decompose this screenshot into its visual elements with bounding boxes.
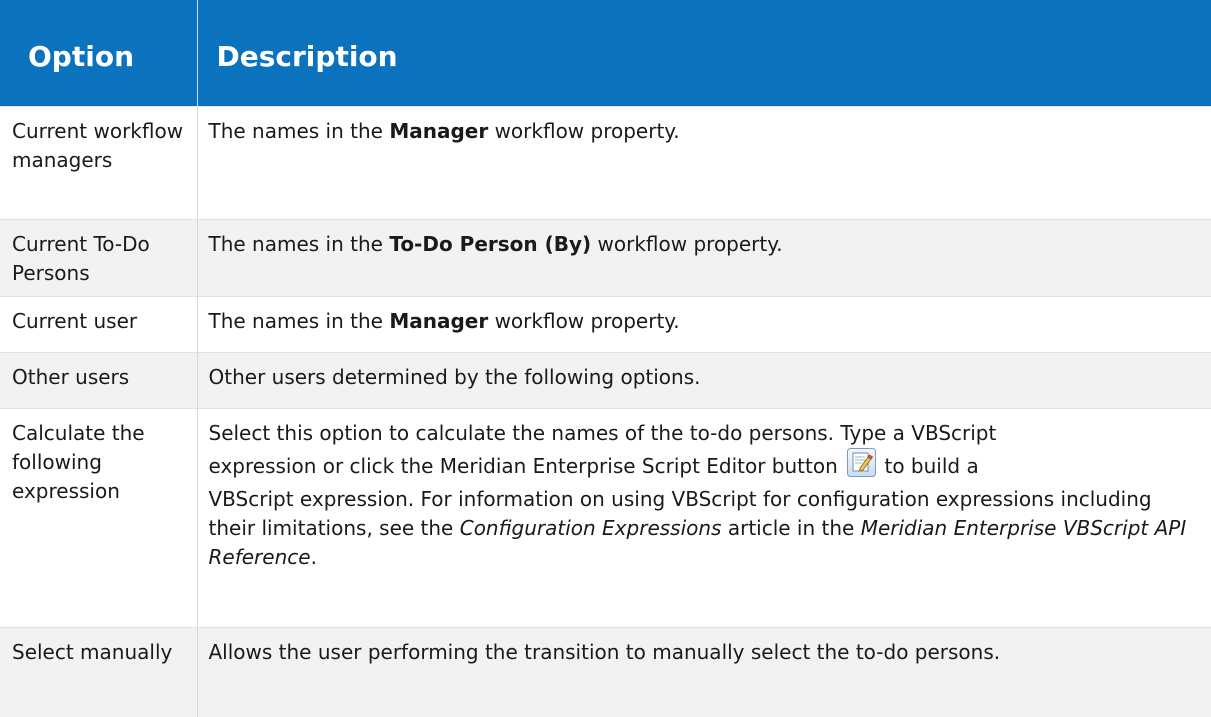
table-row: Current To-Do Persons The names in the T… [0,219,1211,297]
table-row: Select manually Allows the user performi… [0,627,1211,717]
description-text: The names in the [208,119,390,143]
description-text: . [310,545,317,569]
description-column-header: Description [197,0,1211,107]
table-row: Current user The names in the Manager wo… [0,296,1211,353]
description-text: article in the [721,516,861,540]
option-cell: Calculate the following expression [0,408,198,628]
table-row: Other users Other users determined by th… [0,352,1211,409]
script-editor-icon [847,448,877,477]
option-cell: Current To-Do Persons [0,219,198,297]
description-text: workflow property. [591,232,783,256]
option-cell: Current workflow managers [0,106,198,220]
description-bold-text: Manager [389,309,489,333]
description-italic-text: Configuration Expressions [459,516,722,540]
description-text: workflow property. [488,119,680,143]
description-paragraph: Select this option to calculate the name… [209,419,1200,572]
description-text: to build a [878,454,979,478]
description-cell: The names in the Manager workflow proper… [197,106,1211,220]
description-text: workflow property. [488,309,680,333]
description-text: expression or click the Meridian Enterpr… [208,454,845,478]
option-column-header: Option [0,0,198,107]
table-row: Calculate the following expression Selec… [0,408,1211,628]
header-row: Option Description [0,0,1211,107]
description-text: Select this option to calculate the name… [208,421,997,445]
option-cell: Current user [0,296,198,353]
description-text: The names in the [208,232,390,256]
description-text: The names in the [208,309,390,333]
table-row: Current workflow managers The names in t… [0,106,1211,220]
description-cell: Allows the user performing the transitio… [197,627,1211,717]
option-cell: Select manually [0,627,198,717]
description-cell: The names in the Manager workflow proper… [197,296,1211,353]
description-bold-text: Manager [389,119,489,143]
description-cell: The names in the To-Do Person (By) workf… [197,219,1211,297]
option-cell: Other users [0,352,198,409]
description-bold-text: To-Do Person (By) [389,232,592,256]
options-table: Option Description Current workflow mana… [0,0,1211,717]
description-cell: Other users determined by the following … [197,352,1211,409]
description-cell: Select this option to calculate the name… [197,408,1211,628]
